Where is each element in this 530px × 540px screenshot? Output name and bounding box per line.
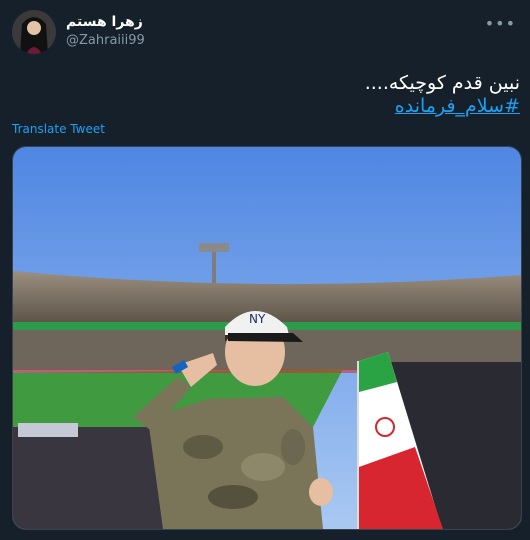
- hashtag-link[interactable]: #سلام_فرمانده: [395, 95, 520, 117]
- author-avatar[interactable]: [12, 10, 56, 54]
- tweet-photo[interactable]: NY: [12, 146, 522, 530]
- tweet-text: نبین قدم کوچیکه....: [364, 72, 520, 94]
- more-icon[interactable]: •••: [485, 14, 516, 33]
- author-handle[interactable]: @Zahraiii99: [66, 33, 145, 48]
- translate-tweet-link[interactable]: Translate Tweet: [12, 122, 105, 136]
- svg-text:NY: NY: [249, 312, 266, 326]
- author-name[interactable]: زهرا هستم: [66, 14, 143, 30]
